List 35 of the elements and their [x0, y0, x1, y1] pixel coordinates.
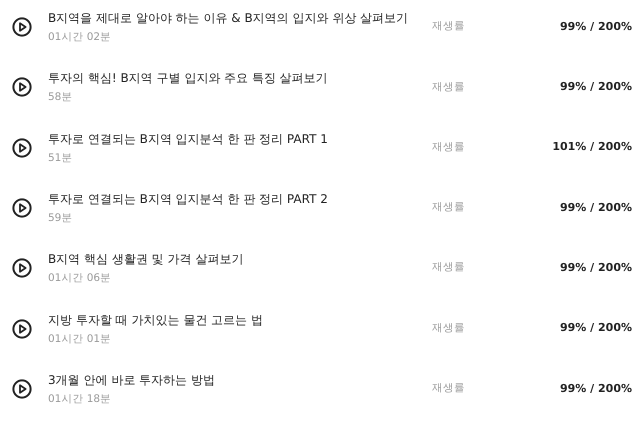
- lesson-duration: 01시간 06분: [48, 271, 112, 286]
- playback-rate-label: 재생률: [432, 140, 465, 153]
- play-icon[interactable]: [12, 318, 32, 339]
- playback-rate-label: 재생률: [432, 261, 465, 274]
- playback-rate-label: 재생률: [432, 80, 465, 93]
- lesson-duration: 01시간 01분: [48, 332, 112, 346]
- play-icon[interactable]: [12, 258, 32, 278]
- lesson-duration: 59분: [48, 211, 74, 226]
- lesson-title[interactable]: 투자의 핵심! B지역 구별 입지와 주요 특징 살펴보기: [48, 70, 432, 86]
- playback-rate-value: 99% / 200%: [560, 80, 632, 94]
- playback-rate-value: 99% / 200%: [560, 200, 632, 214]
- play-icon[interactable]: [12, 198, 32, 218]
- playback-rate-label: 재생률: [432, 20, 465, 32]
- lesson-title[interactable]: 투자로 연결되는 B지역 입지분석 한 판 정리 PART 2: [48, 191, 432, 208]
- lesson-title[interactable]: 지방 투자할 때 가치있는 물건 고르는 법: [48, 312, 432, 328]
- lesson-duration: 58분: [48, 90, 74, 104]
- playback-rate-label: 재생률: [432, 201, 465, 214]
- lesson-title[interactable]: 3개월 안에 바로 투자하는 방법: [48, 372, 432, 388]
- playback-rate-value: 99% / 200%: [560, 321, 632, 334]
- lesson-title[interactable]: 투자로 연결되는 B지역 입지분석 한 판 정리 PART 1: [48, 130, 432, 147]
- lesson-title[interactable]: B지역 핵심 생활권 및 가격 살펴보기: [48, 251, 432, 268]
- lesson-duration: 51분: [48, 150, 74, 165]
- playback-rate-value: 99% / 200%: [560, 20, 632, 33]
- play-icon[interactable]: [12, 17, 32, 38]
- lesson-duration: 01시간 18분: [48, 392, 112, 406]
- play-icon[interactable]: [12, 77, 32, 98]
- playback-rate-label: 재생률: [432, 322, 465, 334]
- play-icon[interactable]: [12, 138, 32, 158]
- playback-rate-label: 재생률: [432, 382, 465, 394]
- lesson-title[interactable]: B지역을 제대로 알아야 하는 이유 & B지역의 입지와 위상 살펴보기: [48, 10, 432, 26]
- play-icon[interactable]: [12, 378, 32, 399]
- lesson-duration: 01시간 02분: [48, 30, 112, 44]
- playback-rate-value: 99% / 200%: [560, 261, 632, 274]
- playback-rate-value: 101% / 200%: [552, 140, 632, 154]
- playback-rate-value: 99% / 200%: [560, 382, 632, 395]
